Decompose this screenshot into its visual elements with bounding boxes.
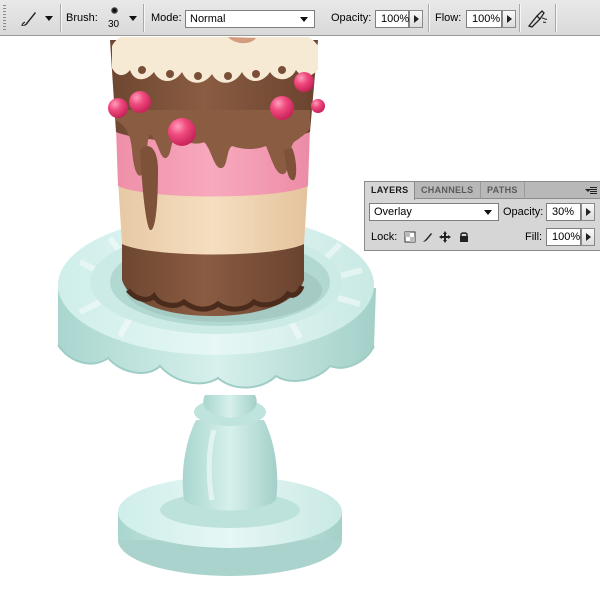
mode-label: Mode: xyxy=(151,12,182,24)
blend-mode-value: Overlay xyxy=(374,206,412,218)
divider xyxy=(143,4,145,32)
layer-opacity-label: Opacity: xyxy=(503,206,544,218)
panel-menu-lines-icon xyxy=(590,187,597,194)
fill-label: Fill: xyxy=(525,231,543,243)
opacity-label: Opacity: xyxy=(331,12,372,24)
lock-image-pixels-icon[interactable] xyxy=(421,231,433,243)
lock-all-icon[interactable] xyxy=(458,231,470,243)
divider xyxy=(60,4,62,32)
chevron-down-icon xyxy=(45,16,53,21)
brush-icon xyxy=(21,12,36,27)
brush-preset-picker[interactable]: 30 xyxy=(104,4,126,32)
mode-select-value: Normal xyxy=(190,13,226,25)
flow-slider-button[interactable] xyxy=(502,10,516,28)
fill-slider-button[interactable] xyxy=(581,228,595,246)
tab-label: LAYERS xyxy=(371,185,409,195)
flow-input[interactable]: 100% xyxy=(466,10,502,28)
options-bar-grip[interactable] xyxy=(3,5,6,31)
brush-tip-preview-icon xyxy=(111,7,118,14)
opacity-slider-button[interactable] xyxy=(409,10,423,28)
tab-layers[interactable]: LAYERS xyxy=(365,182,415,200)
flow-label: Flow: xyxy=(435,12,462,24)
fill-value: 100% xyxy=(552,231,581,243)
canvas-artwork[interactable] xyxy=(0,37,600,600)
tool-preset-picker[interactable] xyxy=(12,5,56,31)
brush-label: Brush: xyxy=(66,12,98,24)
lock-label: Lock: xyxy=(371,231,398,243)
tab-channels[interactable]: CHANNELS xyxy=(415,182,481,199)
panel-menu-button[interactable] xyxy=(585,186,597,195)
cake-stand-stem xyxy=(182,395,278,511)
tab-paths[interactable]: PATHS xyxy=(481,182,525,199)
mode-select[interactable]: Normal xyxy=(185,10,315,28)
tab-label: CHANNELS xyxy=(421,185,474,195)
layer-opacity-input[interactable]: 30% xyxy=(546,203,581,221)
divider xyxy=(555,4,557,32)
airbrush-icon[interactable] xyxy=(525,6,549,30)
divider xyxy=(519,4,521,32)
tab-label: PATHS xyxy=(487,185,518,195)
chevron-down-icon xyxy=(484,210,492,215)
lock-transparent-pixels-icon[interactable] xyxy=(404,231,416,243)
chevron-down-icon xyxy=(300,17,308,22)
layers-panel: LAYERS CHANNELS PATHS Overlay Opacity: 3… xyxy=(364,181,600,251)
options-bar: Brush: 30 Mode: Normal Opacity: 100% Flo… xyxy=(0,0,600,36)
panel-tabs: LAYERS CHANNELS PATHS xyxy=(365,182,600,200)
lock-position-icon[interactable] xyxy=(439,231,451,243)
layer-opacity-slider-button[interactable] xyxy=(581,203,595,221)
opacity-value: 100% xyxy=(381,13,410,25)
brush-dropdown-arrow[interactable] xyxy=(129,16,137,21)
fill-input[interactable]: 100% xyxy=(546,228,581,246)
opacity-input[interactable]: 100% xyxy=(375,10,409,28)
layer-opacity-value: 30% xyxy=(552,206,575,218)
blend-mode-select[interactable]: Overlay xyxy=(369,203,499,221)
brush-size-value: 30 xyxy=(108,19,120,30)
divider xyxy=(428,4,430,32)
flow-value: 100% xyxy=(472,13,501,25)
cake xyxy=(110,37,318,316)
